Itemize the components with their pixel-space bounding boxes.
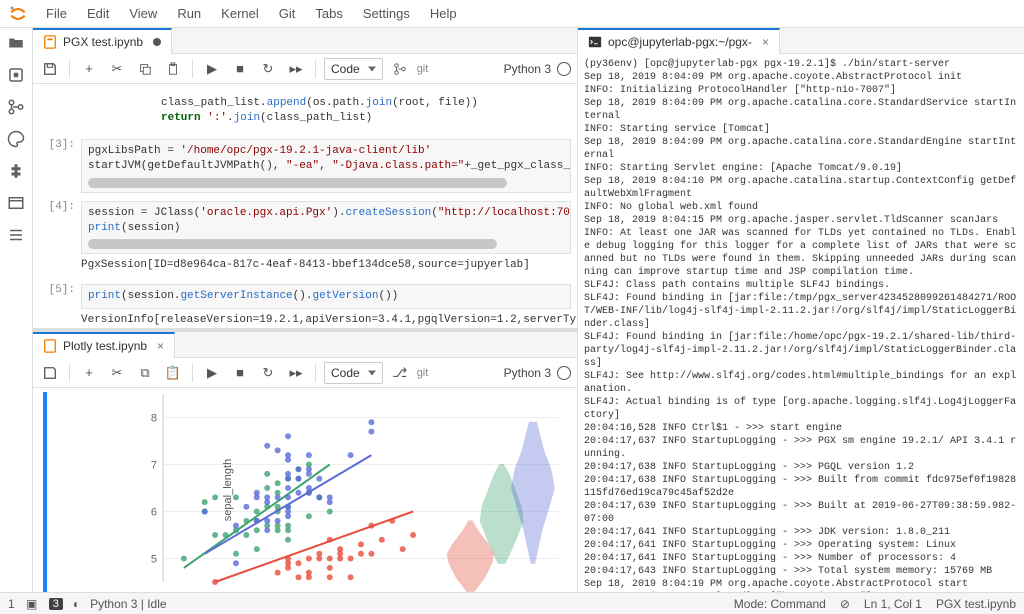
- svg-text:7: 7: [151, 460, 157, 472]
- run-icon[interactable]: ▶: [201, 58, 223, 80]
- kernel-status-icon[interactable]: [557, 62, 571, 76]
- current-file[interactable]: PGX test.ipynb: [936, 597, 1016, 611]
- cell-type-select[interactable]: Code: [324, 362, 383, 384]
- menu-help[interactable]: Help: [422, 4, 465, 23]
- save-icon[interactable]: [39, 362, 61, 384]
- cell-prompt: [4]:: [33, 197, 81, 280]
- svg-text:6: 6: [151, 507, 157, 519]
- tab-pgx-test[interactable]: PGX test.ipynb: [33, 28, 172, 54]
- notebook-icon: [43, 339, 57, 353]
- add-cell-icon[interactable]: +: [78, 58, 100, 80]
- nb1-toolbar: + ✂ ▶ ■ ↻ ▸▸ Code git Python 3: [33, 54, 577, 84]
- git-toolbar-icon[interactable]: ⎇: [389, 362, 411, 384]
- svg-text:5: 5: [151, 554, 157, 566]
- menu-run[interactable]: Run: [169, 4, 209, 23]
- nb2-tabs: Plotly test.ipynb ×: [33, 332, 577, 358]
- cut-icon[interactable]: ✂: [106, 362, 128, 384]
- extensions-icon[interactable]: [7, 162, 25, 180]
- sb-count: 1: [8, 597, 15, 611]
- terminal-tabs: opc@jupyterlab-pgx:~/pgx- ×: [578, 28, 1024, 54]
- nb1-content: class_path_list.append(os.path.join(root…: [33, 84, 577, 328]
- cursor-position[interactable]: Ln 1, Col 1: [864, 597, 922, 611]
- stop-icon[interactable]: ■: [229, 362, 251, 384]
- add-cell-icon[interactable]: +: [78, 362, 100, 384]
- tab-label: Plotly test.ipynb: [63, 339, 147, 353]
- tabs-icon[interactable]: [7, 194, 25, 212]
- copy-icon[interactable]: ⧉: [134, 362, 156, 384]
- menu-file[interactable]: File: [38, 4, 75, 23]
- scatter-chart[interactable]: 5 6 7 8: [125, 388, 569, 592]
- sb-count: 3: [49, 598, 63, 610]
- stop-icon[interactable]: ■: [229, 58, 251, 80]
- terminal-icon: [588, 35, 602, 49]
- notebook-trust-icon[interactable]: ⊘: [840, 597, 850, 611]
- cell-prompt: [33, 88, 81, 135]
- git-icon[interactable]: [7, 98, 25, 116]
- cut-icon[interactable]: ✂: [106, 58, 128, 80]
- plot-output: sepal_length 5 6 7 8: [33, 388, 577, 592]
- kernel-name[interactable]: Python 3: [504, 366, 551, 380]
- notebook-icon: [43, 35, 57, 49]
- nb1-tabs: PGX test.ipynb: [33, 28, 577, 54]
- tab-plotly-test[interactable]: Plotly test.ipynb ×: [33, 332, 175, 358]
- nb2-toolbar: + ✂ ⧉ 📋 ▶ ■ ↻ ▸▸ Code ⎇ git Python 3: [33, 358, 577, 388]
- menu-git[interactable]: Git: [271, 4, 304, 23]
- code-cell[interactable]: print(session.getServerInstance().getVer…: [81, 284, 571, 309]
- git-text[interactable]: git: [417, 362, 429, 384]
- cell-output: PgxSession[ID=d8e964ca-817c-4eaf-8413-bb…: [81, 254, 571, 275]
- paste-icon[interactable]: 📋: [162, 362, 184, 384]
- menu-kernel[interactable]: Kernel: [213, 4, 267, 23]
- code-fragment: class_path_list.append(os.path.join(root…: [81, 92, 571, 131]
- save-icon[interactable]: [39, 58, 61, 80]
- git-text[interactable]: git: [417, 58, 429, 80]
- tab-label: opc@jupyterlab-pgx:~/pgx-: [608, 35, 752, 49]
- dirty-indicator: [153, 38, 161, 46]
- git-toolbar-icon[interactable]: [389, 58, 411, 80]
- folder-icon[interactable]: [7, 34, 25, 52]
- running-icon[interactable]: [7, 66, 25, 84]
- restart-icon[interactable]: ↻: [257, 58, 279, 80]
- jupyter-logo: [8, 4, 28, 24]
- kernel-status[interactable]: Python 3 | Idle: [90, 597, 167, 611]
- cell-type-select[interactable]: Code: [324, 58, 383, 80]
- close-icon[interactable]: ×: [157, 339, 164, 353]
- kernel-status-icon[interactable]: [557, 366, 571, 380]
- terminal-output[interactable]: (py36env) [opc@jupyterlab-pgx pgx-19.2.1…: [578, 54, 1024, 592]
- palette-icon[interactable]: [7, 130, 25, 148]
- code-cell[interactable]: session = JClass('oracle.pgx.api.Pgx').c…: [81, 201, 571, 255]
- statusbar: 1 ▣ 3 ◐ Python 3 | Idle Mode: Command ⊘ …: [0, 592, 1024, 614]
- list-icon[interactable]: [7, 226, 25, 244]
- svg-text:8: 8: [151, 413, 157, 425]
- menu-edit[interactable]: Edit: [79, 4, 117, 23]
- cell-prompt: [3]:: [33, 135, 81, 197]
- kernel-busy-icon: ◐: [73, 597, 80, 611]
- mode-indicator: Mode: Command: [734, 597, 826, 611]
- y-axis-label: sepal_length: [222, 459, 234, 521]
- run-icon[interactable]: ▶: [201, 362, 223, 384]
- cell-prompt: [5]:: [33, 280, 81, 328]
- activity-bar: [0, 28, 33, 592]
- copy-icon[interactable]: [134, 58, 156, 80]
- menu-view[interactable]: View: [121, 4, 165, 23]
- restart-run-icon[interactable]: ▸▸: [285, 362, 307, 384]
- menu-settings[interactable]: Settings: [355, 4, 418, 23]
- menubar: File Edit View Run Kernel Git Tabs Setti…: [0, 0, 1024, 28]
- restart-run-icon[interactable]: ▸▸: [285, 58, 307, 80]
- menu-tabs[interactable]: Tabs: [307, 4, 350, 23]
- close-icon[interactable]: ×: [762, 35, 769, 49]
- kernel-name[interactable]: Python 3: [504, 62, 551, 76]
- tab-terminal[interactable]: opc@jupyterlab-pgx:~/pgx- ×: [578, 28, 780, 54]
- tab-label: PGX test.ipynb: [63, 35, 143, 49]
- code-cell[interactable]: pgxLibsPath = '/home/opc/pgx-19.2.1-java…: [81, 139, 571, 193]
- paste-icon[interactable]: [162, 58, 184, 80]
- cell-output: VersionInfo[releaseVersion=19.2.1,apiVer…: [81, 309, 571, 328]
- terminal-icon: ▣: [25, 597, 39, 611]
- restart-icon[interactable]: ↻: [257, 362, 279, 384]
